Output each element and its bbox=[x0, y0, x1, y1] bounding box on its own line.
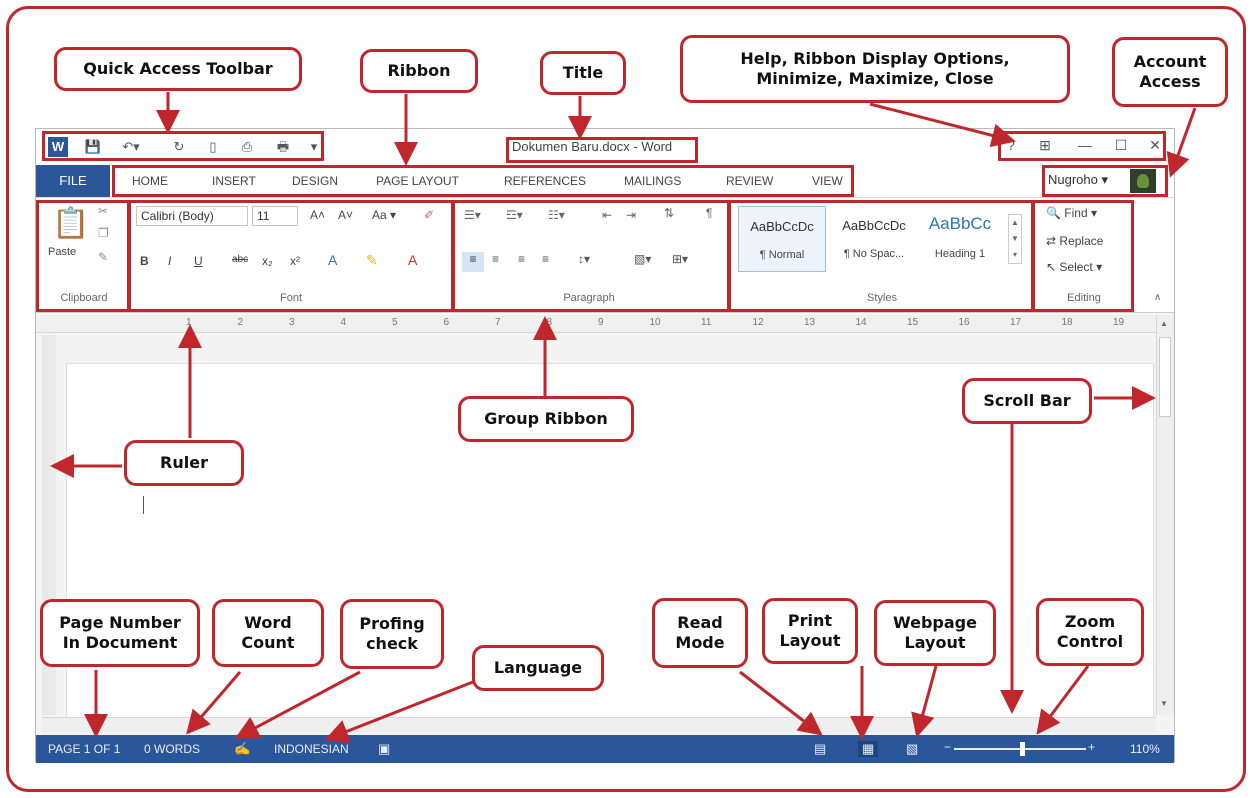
highlight-ribbon-tabs bbox=[112, 165, 854, 197]
callout-language: Language bbox=[472, 645, 604, 691]
callout-webpage-layout: Webpage Layout bbox=[874, 600, 996, 666]
highlight-account bbox=[1042, 165, 1168, 197]
scroll-down-icon[interactable]: ▼ bbox=[1160, 699, 1168, 708]
zoom-slider-thumb[interactable] bbox=[1020, 742, 1025, 756]
callout-print-layout: Print Layout bbox=[762, 598, 858, 664]
ruler-number: 9 bbox=[598, 317, 604, 328]
read-mode-icon[interactable]: ▤ bbox=[814, 741, 826, 757]
callout-read-mode: Read Mode bbox=[652, 598, 748, 668]
ruler-number: 19 bbox=[1113, 317, 1125, 328]
highlight-quick-access bbox=[42, 131, 324, 161]
zoom-in-button[interactable]: + bbox=[1088, 740, 1095, 754]
ruler-number: 1 bbox=[186, 317, 192, 328]
callout-page-number: Page Number In Document bbox=[40, 599, 200, 667]
horizontal-scrollbar[interactable] bbox=[42, 717, 1156, 733]
callout-account: Account Access bbox=[1112, 37, 1228, 107]
callout-help-options: Help, Ribbon Display Options, Minimize, … bbox=[680, 35, 1070, 103]
scroll-thumb[interactable] bbox=[1159, 337, 1171, 417]
highlight-paragraph-group bbox=[452, 200, 730, 312]
highlight-font-group bbox=[128, 200, 454, 312]
ruler-number: 2 bbox=[237, 317, 244, 328]
ruler-number: 3 bbox=[289, 317, 295, 328]
highlight-styles-group bbox=[728, 200, 1034, 312]
text-cursor bbox=[143, 496, 144, 514]
ruler-number: 8 bbox=[546, 317, 553, 328]
ruler-number: 5 bbox=[392, 317, 398, 328]
highlight-editing-group bbox=[1032, 200, 1134, 312]
tab-file[interactable]: FILE bbox=[36, 165, 110, 197]
macro-record-icon[interactable]: ▣ bbox=[378, 741, 390, 757]
callout-zoom-control: Zoom Control bbox=[1036, 598, 1144, 666]
callout-word-count: Word Count bbox=[212, 599, 324, 667]
ruler-number: 6 bbox=[443, 317, 450, 328]
callout-ribbon: Ribbon bbox=[360, 49, 478, 93]
proofing-icon[interactable]: ✍ bbox=[234, 741, 250, 757]
page-number-status[interactable]: PAGE 1 OF 1 bbox=[48, 742, 120, 756]
ruler-number: 14 bbox=[855, 317, 867, 328]
callout-scroll-bar: Scroll Bar bbox=[962, 378, 1092, 424]
ruler-number: 11 bbox=[701, 317, 712, 328]
highlight-clipboard-group bbox=[36, 200, 130, 312]
scroll-up-icon[interactable]: ▲ bbox=[1160, 319, 1168, 328]
web-layout-icon[interactable]: ▧ bbox=[906, 741, 918, 757]
callout-title: Title bbox=[540, 51, 626, 95]
ruler-number: 15 bbox=[907, 317, 919, 328]
ruler-number: 16 bbox=[958, 317, 970, 328]
print-layout-icon[interactable]: ▦ bbox=[858, 741, 879, 757]
zoom-level[interactable]: 110% bbox=[1130, 742, 1160, 756]
word-count-status[interactable]: 0 WORDS bbox=[144, 742, 200, 756]
highlight-title bbox=[506, 137, 698, 163]
vertical-scrollbar[interactable]: ▲ ▼ bbox=[1156, 315, 1174, 715]
highlight-window-controls bbox=[998, 131, 1166, 161]
ruler-number: 13 bbox=[804, 317, 816, 328]
ruler-number: 4 bbox=[340, 317, 347, 328]
callout-ruler: Ruler bbox=[124, 440, 244, 486]
horizontal-ruler[interactable]: 1 2 3 4 5 6 7 8 9 10 11 12 13 14 15 16 17 18 19 bbox=[36, 315, 1156, 333]
language-status[interactable]: INDONESIAN bbox=[274, 742, 349, 756]
callout-quick-access: Quick Access Toolbar bbox=[54, 47, 302, 91]
ruler-number: 12 bbox=[752, 317, 764, 328]
ruler-number: 17 bbox=[1010, 317, 1022, 328]
ruler-number: 7 bbox=[495, 317, 501, 328]
collapse-ribbon-icon[interactable]: ∧ bbox=[1154, 292, 1161, 303]
status-bar: PAGE 1 OF 1 0 WORDS ✍ INDONESIAN ▣ ▤ ▦ ▧… bbox=[36, 735, 1174, 763]
zoom-out-button[interactable]: − bbox=[944, 740, 951, 754]
callout-group-ribbon: Group Ribbon bbox=[458, 396, 634, 442]
callout-proofing: Profing check bbox=[340, 599, 444, 669]
ruler-number: 10 bbox=[649, 317, 661, 328]
ruler-number: 18 bbox=[1061, 317, 1073, 328]
